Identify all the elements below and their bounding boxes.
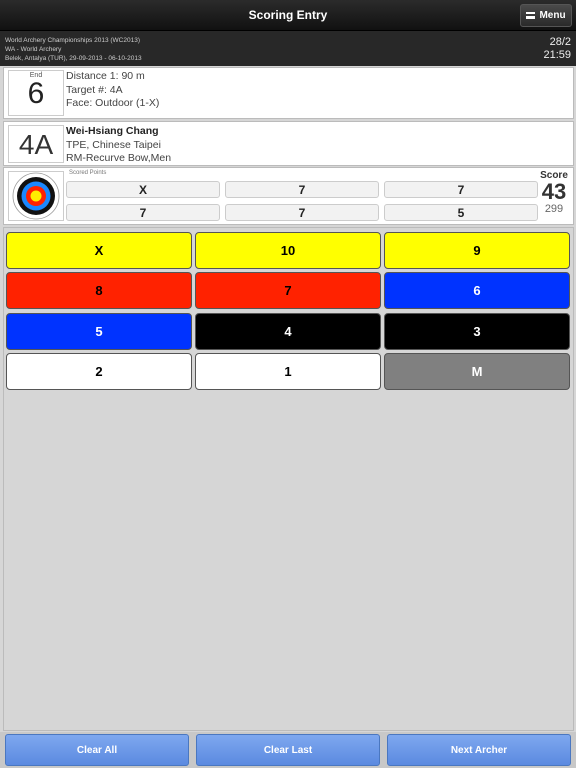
arrow-score-3[interactable]: 7	[384, 181, 538, 198]
archer-country: TPE, Chinese Taipei	[66, 138, 161, 151]
key-6[interactable]: 6	[384, 272, 570, 309]
menu-button-label: Menu	[539, 10, 566, 21]
running-total: 299	[544, 203, 564, 215]
bottom-toolbar: Clear All Clear Last Next Archer	[0, 732, 576, 768]
face-text: Face: Outdoor (1-X)	[66, 97, 160, 109]
arrow-score-6[interactable]: 5	[384, 204, 538, 221]
key-4[interactable]: 4	[195, 313, 381, 350]
status-info: 28/2 21:59	[543, 36, 571, 62]
arrow-score-2[interactable]: 7	[225, 181, 379, 198]
key-10[interactable]: 10	[195, 232, 381, 269]
scored-points-panel: Scored Points X 7 7 7 7 5 Score 43 299	[3, 167, 574, 225]
competition-info: World Archery Championships 2013 (WC2013…	[5, 36, 142, 63]
session-counter: 28/2	[549, 36, 571, 48]
key-x[interactable]: X	[6, 232, 192, 269]
end-total: 43	[541, 179, 567, 204]
key-miss[interactable]: M	[384, 353, 570, 390]
arrow-score-5[interactable]: 7	[225, 204, 379, 221]
distance-info: Distance 1: 90 m Target #: 4A Face: Outd…	[66, 70, 159, 111]
page-title: Scoring Entry	[248, 8, 328, 22]
archer-name: Wei-Hsiang Chang	[66, 125, 159, 137]
target-number-text: Target #: 4A	[66, 83, 123, 96]
scored-points-label: Scored Points	[69, 170, 107, 176]
clear-last-button[interactable]: Clear Last	[196, 734, 380, 766]
arrow-score-4[interactable]: 7	[66, 204, 220, 221]
key-7[interactable]: 7	[195, 272, 381, 309]
key-3[interactable]: 3	[384, 313, 570, 350]
key-8[interactable]: 8	[6, 272, 192, 309]
archer-panel: 4A Wei-Hsiang Chang TPE, Chinese Taipei …	[3, 121, 574, 166]
arrow-score-1[interactable]: X	[66, 181, 220, 198]
menu-button[interactable]: Menu	[520, 4, 572, 27]
end-number-box: End 6	[8, 70, 64, 116]
key-9[interactable]: 9	[384, 232, 570, 269]
next-archer-button[interactable]: Next Archer	[387, 734, 571, 766]
venue-dates: Belek, Antalya (TUR), 29-09-2013 - 06-10…	[5, 55, 142, 62]
end-number: 6	[27, 77, 45, 110]
organization: WA - World Archery	[5, 46, 62, 53]
distance-text: Distance 1: 90 m	[66, 70, 145, 82]
key-1[interactable]: 1	[195, 353, 381, 390]
event-info-bar: World Archery Championships 2013 (WC2013…	[0, 31, 576, 66]
key-5[interactable]: 5	[6, 313, 192, 350]
clock-time: 21:59	[543, 49, 571, 61]
key-2[interactable]: 2	[6, 353, 192, 390]
hamburger-icon	[526, 12, 536, 19]
score-summary: Score 43 299	[537, 170, 571, 215]
end-panel: End 6 Distance 1: 90 m Target #: 4A Face…	[3, 67, 574, 119]
archer-info: Wei-Hsiang Chang TPE, Chinese Taipei RM-…	[66, 125, 171, 166]
navigation-bar: Scoring Entry Menu	[0, 0, 576, 31]
score-keypad: X 10 9 8 7 6 5 4 3 2 1 M	[3, 227, 574, 731]
competition-name: World Archery Championships 2013 (WC2013…	[5, 37, 140, 44]
target-face-icon	[8, 171, 64, 221]
archer-target-box: 4A	[8, 125, 64, 163]
archer-division: RM-Recurve Bow,Men	[66, 152, 172, 164]
clear-all-button[interactable]: Clear All	[5, 734, 189, 766]
